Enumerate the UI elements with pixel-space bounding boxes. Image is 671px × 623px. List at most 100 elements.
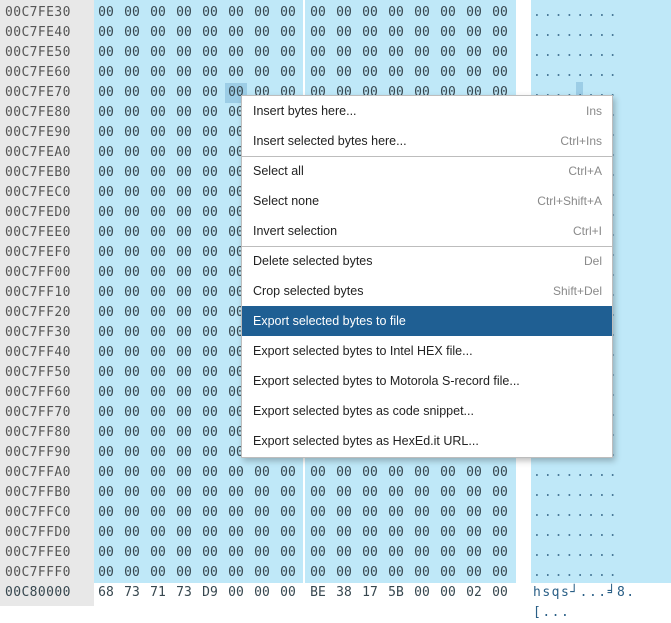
byte-cell[interactable]: 00 — [307, 503, 329, 523]
byte-cell[interactable]: 00 — [199, 23, 221, 43]
byte-cell[interactable]: 00 — [333, 463, 355, 483]
byte-cell[interactable]: 00 — [173, 83, 195, 103]
byte-cell[interactable]: 00 — [95, 3, 117, 23]
byte-cell[interactable]: 00 — [385, 503, 407, 523]
byte-cell[interactable]: 00 — [147, 563, 169, 583]
byte-cell[interactable]: 00 — [199, 383, 221, 403]
byte-cell[interactable]: 00 — [95, 83, 117, 103]
byte-cell[interactable]: 00 — [95, 303, 117, 323]
byte-cell[interactable]: 00 — [121, 223, 143, 243]
byte-cell[interactable]: 00 — [121, 423, 143, 443]
byte-cell[interactable]: 00 — [173, 383, 195, 403]
byte-cell[interactable]: 00 — [199, 63, 221, 83]
ascii-text[interactable]: hsqs┘...╛8.[... — [533, 583, 671, 623]
byte-cell[interactable]: 00 — [251, 483, 273, 503]
byte-cell[interactable]: 73 — [121, 583, 143, 603]
byte-cell[interactable]: 00 — [173, 243, 195, 263]
byte-cell[interactable]: 00 — [147, 443, 169, 463]
byte-cell[interactable]: 00 — [277, 463, 299, 483]
byte-cell[interactable]: 00 — [121, 503, 143, 523]
byte-cell[interactable]: 00 — [385, 563, 407, 583]
ascii-text[interactable]: ........ — [533, 463, 620, 483]
byte-cell[interactable]: 00 — [147, 523, 169, 543]
byte-cell[interactable]: 00 — [173, 43, 195, 63]
ascii-text[interactable]: ........ — [533, 563, 620, 583]
byte-cell[interactable]: 00 — [333, 23, 355, 43]
byte-cell[interactable]: 00 — [147, 203, 169, 223]
byte-cell[interactable]: 00 — [199, 123, 221, 143]
byte-cell[interactable]: 00 — [359, 523, 381, 543]
byte-cell[interactable]: 00 — [437, 523, 459, 543]
byte-cell[interactable]: 00 — [121, 143, 143, 163]
byte-cell[interactable]: 00 — [121, 543, 143, 563]
byte-cell[interactable]: 00 — [411, 583, 433, 603]
menu-item[interactable]: Delete selected bytes Del — [242, 246, 612, 276]
byte-cell[interactable]: 00 — [95, 443, 117, 463]
byte-cell[interactable]: 00 — [173, 363, 195, 383]
byte-cell[interactable]: 00 — [173, 543, 195, 563]
byte-cell[interactable]: 00 — [463, 463, 485, 483]
byte-cell[interactable]: 00 — [95, 143, 117, 163]
byte-cell[interactable]: 00 — [121, 303, 143, 323]
byte-cell[interactable]: 00 — [411, 3, 433, 23]
byte-cell[interactable]: 00 — [251, 563, 273, 583]
byte-cell[interactable]: 00 — [173, 423, 195, 443]
byte-cell[interactable]: 00 — [437, 63, 459, 83]
byte-cell[interactable]: 00 — [307, 23, 329, 43]
byte-cell[interactable]: 00 — [277, 483, 299, 503]
menu-item[interactable]: Export selected bytes to Motorola S-reco… — [242, 366, 612, 396]
byte-cell[interactable]: BE — [307, 583, 329, 603]
byte-cell[interactable]: 00 — [199, 543, 221, 563]
byte-cell[interactable]: 00 — [147, 363, 169, 383]
byte-cell[interactable]: 00 — [147, 463, 169, 483]
byte-cell[interactable]: 00 — [95, 163, 117, 183]
byte-cell[interactable]: 00 — [147, 243, 169, 263]
byte-cell[interactable]: 00 — [277, 563, 299, 583]
byte-cell[interactable]: 00 — [199, 263, 221, 283]
byte-cell[interactable]: 00 — [251, 63, 273, 83]
byte-cell[interactable]: 00 — [199, 503, 221, 523]
byte-cell[interactable]: 00 — [121, 363, 143, 383]
byte-cell[interactable]: 00 — [411, 23, 433, 43]
byte-cell[interactable]: 00 — [173, 323, 195, 343]
byte-cell[interactable]: 00 — [121, 23, 143, 43]
byte-cell[interactable]: 00 — [173, 283, 195, 303]
byte-cell[interactable]: 00 — [121, 283, 143, 303]
byte-cell[interactable]: 00 — [173, 503, 195, 523]
byte-cell[interactable]: 00 — [121, 123, 143, 143]
byte-cell[interactable]: 00 — [95, 323, 117, 343]
byte-cell[interactable]: 00 — [199, 423, 221, 443]
byte-cell[interactable]: 00 — [277, 583, 299, 603]
byte-cell[interactable]: 00 — [437, 503, 459, 523]
byte-cell[interactable]: 00 — [173, 443, 195, 463]
byte-cell[interactable]: 00 — [463, 43, 485, 63]
byte-cell[interactable]: 00 — [333, 3, 355, 23]
byte-cell[interactable]: 00 — [225, 23, 247, 43]
byte-cell[interactable]: 00 — [277, 523, 299, 543]
menu-item[interactable]: Select none Ctrl+Shift+A — [242, 186, 612, 216]
byte-cell[interactable]: 00 — [199, 243, 221, 263]
byte-cell[interactable]: 00 — [95, 463, 117, 483]
byte-cell[interactable]: 00 — [199, 83, 221, 103]
byte-cell[interactable]: 00 — [199, 183, 221, 203]
byte-cell[interactable]: 00 — [333, 63, 355, 83]
byte-cell[interactable]: 00 — [95, 123, 117, 143]
byte-cell[interactable]: 00 — [359, 503, 381, 523]
byte-cell[interactable]: 00 — [489, 583, 511, 603]
byte-cell[interactable]: 00 — [225, 583, 247, 603]
menu-item[interactable]: Export selected bytes to file — [242, 306, 612, 336]
byte-cell[interactable]: 00 — [411, 543, 433, 563]
byte-cell[interactable]: 5B — [385, 583, 407, 603]
byte-cell[interactable]: 00 — [199, 223, 221, 243]
byte-cell[interactable]: 02 — [463, 583, 485, 603]
byte-cell[interactable]: 00 — [173, 183, 195, 203]
byte-cell[interactable]: 00 — [251, 503, 273, 523]
byte-cell[interactable]: 00 — [359, 3, 381, 23]
byte-cell[interactable]: 00 — [199, 143, 221, 163]
byte-cell[interactable]: 00 — [277, 43, 299, 63]
byte-cell[interactable]: 00 — [385, 43, 407, 63]
menu-item[interactable]: Export selected bytes as code snippet... — [242, 396, 612, 426]
byte-cell[interactable]: 00 — [95, 63, 117, 83]
byte-cell[interactable]: 00 — [489, 63, 511, 83]
menu-item[interactable]: Export selected bytes as HexEd.it URL... — [242, 426, 612, 456]
